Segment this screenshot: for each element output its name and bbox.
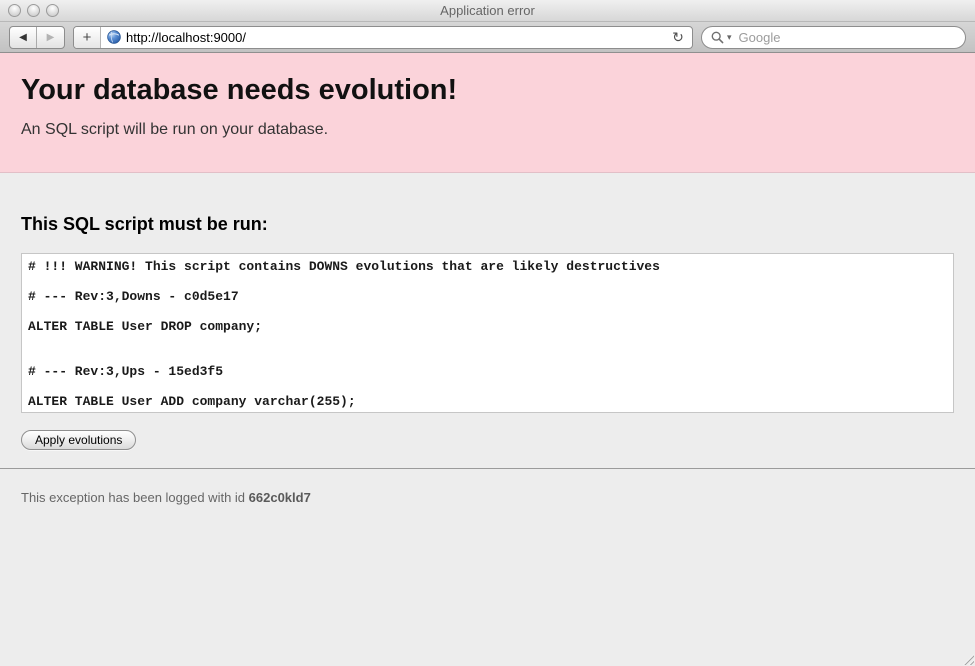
- window-controls: [8, 4, 59, 17]
- zoom-window-icon[interactable]: [46, 4, 59, 17]
- plus-icon: +: [83, 29, 92, 46]
- search-field[interactable]: ▾: [701, 26, 966, 49]
- error-subtitle: An SQL script will be run on your databa…: [21, 121, 954, 139]
- address-bar: + ↻: [73, 26, 693, 49]
- window-title: Application error: [440, 3, 535, 18]
- close-window-icon[interactable]: [8, 4, 21, 17]
- nav-button-group: ◀ ▶: [9, 26, 65, 49]
- search-options-chevron-icon[interactable]: ▾: [727, 32, 732, 43]
- exception-id: 662c0kld7: [249, 490, 311, 505]
- refresh-icon[interactable]: ↻: [664, 29, 692, 46]
- web-search-input[interactable]: [739, 30, 956, 45]
- back-arrow-icon: ◀: [19, 32, 27, 43]
- sql-script-box: # !!! WARNING! This script contains DOWN…: [21, 253, 954, 413]
- url-input[interactable]: [126, 27, 664, 48]
- error-title: Your database needs evolution!: [21, 74, 954, 107]
- browser-window: Application error ◀ ▶ +: [0, 0, 975, 666]
- exception-message: This exception has been logged with id: [21, 490, 249, 505]
- back-button[interactable]: ◀: [10, 27, 37, 48]
- minimize-window-icon[interactable]: [27, 4, 40, 17]
- forward-button[interactable]: ▶: [37, 27, 64, 48]
- forward-arrow-icon: ▶: [47, 32, 55, 43]
- sql-script-heading: This SQL script must be run:: [21, 214, 954, 235]
- exception-footer: This exception has been logged with id 6…: [0, 469, 975, 526]
- globe-favicon-icon: [107, 30, 121, 44]
- title-bar: Application error: [0, 0, 975, 22]
- add-tab-button[interactable]: +: [74, 27, 101, 48]
- apply-evolutions-button[interactable]: Apply evolutions: [21, 430, 136, 450]
- window-resize-grip[interactable]: [961, 652, 974, 665]
- search-icon[interactable]: [711, 31, 724, 44]
- error-banner: Your database needs evolution! An SQL sc…: [0, 53, 975, 173]
- browser-toolbar: ◀ ▶ + ↻: [0, 22, 975, 53]
